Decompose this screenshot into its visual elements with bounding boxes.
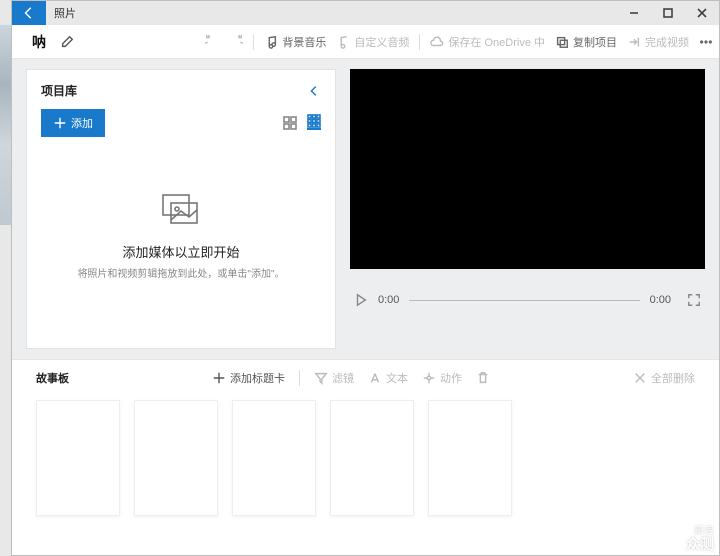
separator — [419, 34, 420, 50]
separator — [253, 34, 254, 50]
filter-icon — [314, 371, 328, 385]
project-name: 呐 — [32, 32, 46, 52]
seek-bar[interactable] — [409, 300, 639, 301]
close-icon — [633, 371, 647, 385]
copy-project-button[interactable]: 复制项目 — [555, 34, 617, 50]
minimize-button[interactable] — [617, 1, 651, 25]
body: 项目库 添加 添加媒体以立即开始 将照片和视频剪辑拖放 — [12, 59, 719, 555]
media-icon — [161, 193, 201, 232]
player-controls: 0:00 0:00 — [350, 293, 705, 307]
video-preview[interactable] — [350, 69, 705, 269]
app-title: 照片 — [54, 5, 76, 21]
edit-name-button[interactable] — [60, 35, 74, 49]
toolbar: 呐 背景音乐 自定义音频 保存在 OneDrive 中 复制项目 完成视频 — [12, 25, 719, 59]
view-small-button[interactable] — [307, 116, 321, 130]
collapse-button[interactable] — [307, 84, 321, 98]
motion-icon — [422, 371, 436, 385]
plus-icon — [212, 371, 226, 385]
library-empty-state: 添加媒体以立即开始 将照片和视频剪辑拖放到此处，或单击"添加"。 — [41, 137, 321, 336]
watermark: 新浪 众测 — [686, 526, 714, 552]
titlebar: 照片 — [12, 1, 719, 25]
more-icon — [699, 35, 713, 49]
total-time: 0:00 — [650, 294, 671, 306]
storyboard-cards — [36, 400, 695, 516]
close-button[interactable] — [685, 1, 719, 25]
filter-button[interactable]: 滤镜 — [314, 370, 354, 386]
copy-icon — [555, 35, 569, 49]
upper-section: 项目库 添加 添加媒体以立即开始 将照片和视频剪辑拖放 — [12, 59, 719, 359]
library-title: 项目库 — [41, 82, 77, 99]
music-icon — [264, 35, 278, 49]
redo-button[interactable] — [229, 35, 243, 49]
trash-icon — [476, 371, 490, 385]
cloud-icon — [430, 35, 444, 49]
storyboard-panel: 故事板 添加标题卡 滤镜 文本 动作 全部删除 — [12, 359, 719, 555]
back-button[interactable] — [12, 1, 46, 25]
delete-all-button[interactable]: 全部删除 — [633, 370, 695, 386]
undo-button[interactable] — [205, 35, 219, 49]
bgm-button[interactable]: 背景音乐 — [264, 34, 326, 50]
play-button[interactable] — [354, 293, 368, 307]
storyboard-card[interactable] — [232, 400, 316, 516]
storyboard-card[interactable] — [330, 400, 414, 516]
add-title-card-button[interactable]: 添加标题卡 — [212, 370, 285, 386]
empty-title: 添加媒体以立即开始 — [122, 242, 239, 261]
app-window: 照片 呐 背景音乐 自定义音频 保存在 OneDrive 中 复制项目 完成视频 — [11, 0, 720, 556]
preview-panel: 0:00 0:00 — [350, 69, 705, 349]
empty-subtitle: 将照片和视频剪辑拖放到此处，或单击"添加"。 — [77, 265, 284, 280]
finish-video-button[interactable]: 完成视频 — [627, 34, 689, 50]
storyboard-card[interactable] — [36, 400, 120, 516]
view-large-button[interactable] — [283, 116, 297, 130]
text-button[interactable]: 文本 — [368, 370, 408, 386]
save-onedrive-button[interactable]: 保存在 OneDrive 中 — [430, 34, 545, 50]
add-button[interactable]: 添加 — [41, 109, 105, 137]
storyboard-title: 故事板 — [36, 370, 69, 386]
custom-audio-button[interactable]: 自定义音频 — [336, 34, 409, 50]
separator — [299, 370, 300, 386]
current-time: 0:00 — [378, 294, 399, 306]
library-panel: 项目库 添加 添加媒体以立即开始 将照片和视频剪辑拖放 — [26, 69, 336, 349]
text-icon — [368, 371, 382, 385]
fullscreen-button[interactable] — [687, 293, 701, 307]
motion-button[interactable]: 动作 — [422, 370, 462, 386]
maximize-button[interactable] — [651, 1, 685, 25]
more-button[interactable] — [699, 35, 713, 49]
delete-button[interactable] — [476, 371, 490, 385]
plus-icon — [53, 116, 67, 130]
storyboard-card[interactable] — [428, 400, 512, 516]
audio-icon — [336, 35, 350, 49]
export-icon — [627, 35, 641, 49]
storyboard-card[interactable] — [134, 400, 218, 516]
